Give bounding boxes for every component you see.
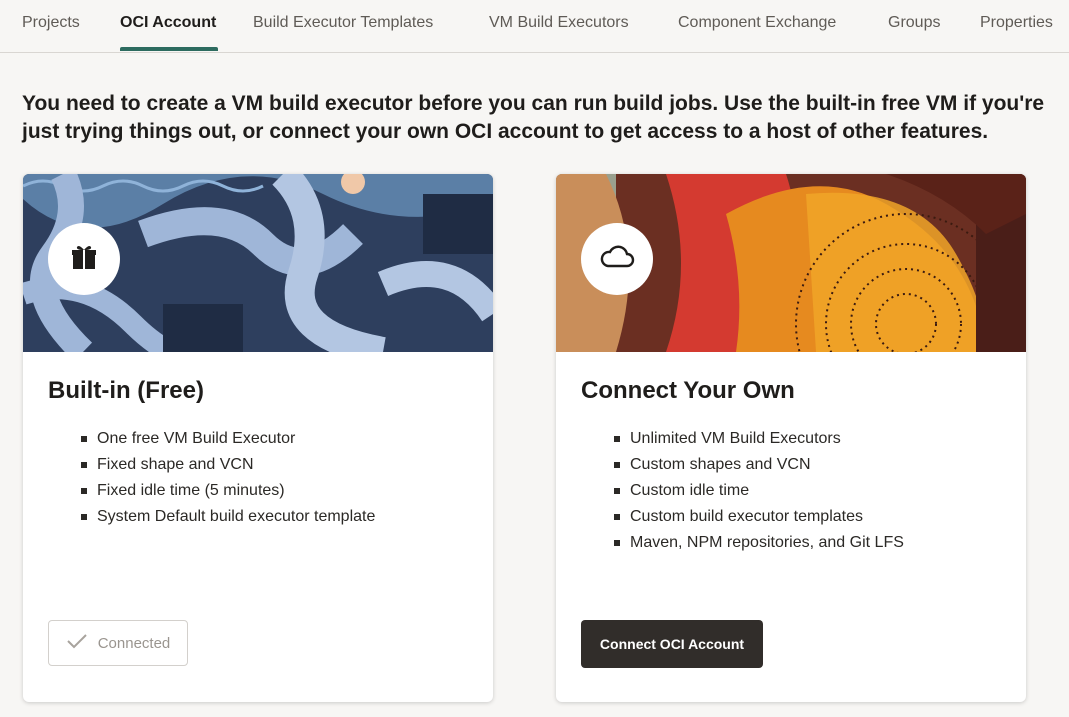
list-item: One free VM Build Executor [75,426,375,452]
tab-component-exchange[interactable]: Component Exchange [678,14,836,32]
builtin-feature-list: One free VM Build Executor Fixed shape a… [75,426,375,530]
list-item: Custom idle time [608,478,904,504]
list-item: System Default build executor template [75,504,375,530]
cloud-icon [599,244,635,275]
builtin-free-card: Built-in (Free) One free VM Build Execut… [23,174,493,702]
list-item: Unlimited VM Build Executors [608,426,904,452]
connect-your-own-card: Connect Your Own Unlimited VM Build Exec… [556,174,1026,702]
tab-vm-build-executors[interactable]: VM Build Executors [489,14,629,32]
list-item: Fixed idle time (5 minutes) [75,478,375,504]
tab-build-executor-templates[interactable]: Build Executor Templates [253,14,433,32]
list-item: Custom build executor templates [608,504,904,530]
builtin-card-title: Built-in (Free) [48,377,204,404]
connect-oci-account-button[interactable]: Connect OCI Account [581,620,763,668]
connected-button[interactable]: Connected [48,620,188,666]
page-headline: You need to create a VM build executor b… [22,92,1045,143]
active-tab-indicator [120,47,218,51]
gift-icon-badge [48,223,120,295]
tab-bar: Projects OCI Account Build Executor Temp… [0,0,1069,53]
tab-oci-account[interactable]: OCI Account [120,14,216,32]
gift-icon [69,242,99,277]
list-item: Maven, NPM repositories, and Git LFS [608,530,904,556]
cloud-icon-badge [581,223,653,295]
tab-groups[interactable]: Groups [888,14,940,32]
tab-properties[interactable]: Properties [980,14,1053,32]
tab-projects[interactable]: Projects [22,14,80,32]
list-item: Custom shapes and VCN [608,452,904,478]
list-item: Fixed shape and VCN [75,452,375,478]
connected-button-label: Connected [97,634,171,652]
connect-feature-list: Unlimited VM Build Executors Custom shap… [608,426,904,556]
check-icon [66,633,88,653]
connect-card-title: Connect Your Own [581,377,795,404]
